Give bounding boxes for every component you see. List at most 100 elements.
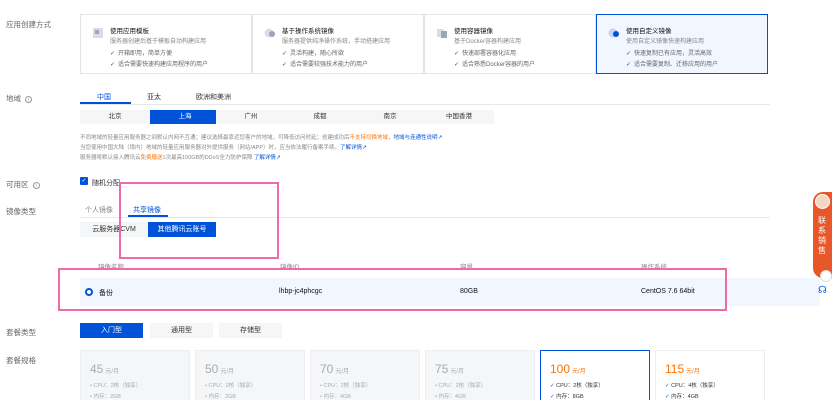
region-label-text: 地域 [6, 94, 21, 103]
card-app-template[interactable]: 使用应用模板 服务器创建后基于模板自动构建应用 ✓ 开箱即用，简单方便 ✓ 适合需要… [80, 14, 252, 74]
check-icon: ✓ [282, 62, 288, 68]
spec-card[interactable]: 50 元/月 • CPU：2核（独享） • 内存：2GB [195, 350, 305, 400]
spec-price: 50 [205, 362, 219, 376]
annotation-highlight-box [119, 182, 279, 259]
external-link-icon: ↗ [275, 155, 281, 161]
ddos-details-link[interactable]: 了解详情 [254, 155, 276, 161]
region-note-3: 服务器将默认接入腾讯云免费赠送1次最高100GB的DDoS全力防护保障 了解详情… [80, 153, 281, 161]
package-tab-entry[interactable]: 入门型 [80, 323, 143, 338]
spec-price: 75 [435, 362, 449, 376]
spec-card[interactable]: 115 元/月 ✓ CPU：4核（独享） ✓ 内存：4GB [655, 350, 765, 400]
container-icon [437, 29, 447, 38]
region-tabs-divider [80, 104, 770, 105]
spec-card[interactable]: 70 元/月 • CPU：2核（独享） • 内存：4GB [310, 350, 420, 400]
image-type-label: 镜像类型 [6, 207, 36, 216]
spec-unit: 元/月 [105, 369, 120, 375]
random-zone-label: 随机分配 [92, 180, 120, 187]
spec-cpu: CPU：4核（独享） [671, 383, 719, 389]
filing-details-link[interactable]: 了解详情 [340, 145, 362, 151]
package-tab-storage[interactable]: 存储型 [219, 323, 282, 338]
external-link-icon: ↗ [362, 145, 367, 151]
city-nanjing[interactable]: 南京 [355, 110, 425, 124]
os-image-icon [264, 28, 275, 38]
annotation-highlight-box [58, 268, 727, 311]
spec-memory: 内存：4GB [438, 394, 466, 400]
card-benefit: 灵活构建，随心所欲 [290, 51, 345, 57]
card-subtitle: 基于Docker容器构建应用 [454, 39, 522, 45]
city-shanghai[interactable]: 上海 [150, 110, 220, 124]
card-title: 使用容器镜像 [454, 28, 493, 35]
city-hongkong[interactable]: 中国香港 [424, 110, 494, 124]
card-title: 基于操作系统镜像 [282, 28, 334, 35]
info-icon[interactable]: i [25, 96, 33, 103]
check-icon: ✓ [110, 51, 116, 57]
region-note-2: 当您使用中国大陆（境内）地域的轻量应用服务器对外提供服务（网站/APP）时，应当… [80, 143, 367, 151]
spec-cpu: CPU：2核（独享） [93, 383, 142, 389]
card-custom-image[interactable]: 使用自定义镜像 使用自定义镜像快速构建应用 ✓ 快速复制已有应用，灵活高效 ✓ 适合… [596, 14, 768, 74]
package-tab-general[interactable]: 通用型 [150, 323, 213, 338]
spec-price: 70 [320, 362, 334, 376]
spec-cpu: CPU：2核（独享） [323, 383, 372, 389]
region-connectivity-link[interactable]: 地域与连通性说明 [394, 135, 438, 141]
spec-memory: 内存：2GB [93, 394, 121, 400]
spec-cpu: CPU：2核（独享） [438, 383, 487, 389]
spec-card-selected[interactable]: 100 元/月 ✓ CPU：2核（独享） ✓ 内存：8GB [540, 350, 650, 400]
region-tab-europe-america[interactable]: 欧洲和美洲 [196, 92, 231, 102]
package-spec-label: 套餐规格 [6, 356, 36, 365]
spec-memory: 内存：4GB [323, 394, 351, 400]
note-highlight: 免费赠送 [140, 155, 163, 161]
spec-unit: 元/月 [572, 369, 586, 375]
card-benefit: 适合熟悉Docker容器的用户 [462, 62, 536, 68]
check-icon: ✓ [626, 62, 632, 68]
card-title: 使用应用模板 [110, 28, 149, 35]
card-benefit: 快速复制已有应用，灵活高效 [634, 51, 713, 57]
avatar [815, 194, 830, 209]
note-text: 当您使用中国大陆（境内）地域的轻量应用服务器对外提供服务（网站/APP）时，应当… [80, 145, 341, 151]
card-container-image[interactable]: 使用容器镜像 基于Docker容器构建应用 ✓ 快速部署容器化应用 ✓ 适合熟悉Do… [424, 14, 596, 74]
contact-sales-text: 联系销售 [818, 216, 826, 255]
city-chengdu[interactable]: 成都 [285, 110, 355, 124]
info-icon[interactable]: i [32, 182, 40, 189]
region-label: 地域 i [6, 93, 33, 104]
spec-card[interactable]: 75 元/月 • CPU：2核（独享） • 内存：4GB [425, 350, 535, 400]
spec-cpu: CPU：2核（独享） [208, 383, 257, 389]
card-benefit: 适合需要快速构建应用程序的用户 [118, 62, 209, 68]
note-text: 不同地域的轻量应用服务器之间默认内网不互通；建议选择最靠近您客户的地域，可降低访… [80, 135, 350, 141]
contact-sales-widget[interactable]: 联系销售 [813, 192, 832, 278]
spec-price: 115 [665, 362, 685, 376]
note-text: 服务器将默认接入腾讯云 [80, 155, 141, 161]
avatar[interactable] [820, 270, 832, 282]
spec-unit: 元/月 [450, 369, 465, 375]
spec-unit: 元/月 [686, 369, 700, 375]
spec-unit: 元/月 [335, 369, 350, 375]
check-icon: ✓ [454, 51, 460, 57]
app-creation-label: 应用创建方式 [6, 20, 51, 29]
spec-memory: 内存：2GB [208, 394, 236, 400]
check-icon: ✓ [626, 51, 632, 57]
external-link-icon: ↗ [437, 135, 443, 141]
spec-price: 100 [550, 362, 571, 376]
spec-card[interactable]: 45 元/月 • CPU：2核（独享） • 内存：2GB [80, 350, 190, 400]
card-benefit: 适合需要复制、迁移应用的用户 [634, 62, 719, 68]
region-tab-apac[interactable]: 亚太 [147, 92, 161, 102]
region-tab-china[interactable]: 中国 [97, 92, 111, 102]
card-benefit: 开箱即用，简单方便 [118, 51, 173, 57]
tab-personal-image[interactable]: 个人镜像 [85, 205, 113, 215]
check-icon: ✓ [282, 51, 288, 57]
card-title: 使用自定义镜像 [626, 28, 672, 35]
city-guangzhou[interactable]: 广州 [216, 110, 286, 124]
card-subtitle: 使用自定义镜像快速构建应用 [626, 39, 705, 45]
card-benefit: 适合需要较强技术能力的用户 [290, 62, 369, 68]
card-benefit: 快速部署容器化应用 [462, 51, 517, 57]
zone-label-text: 可用区 [6, 180, 29, 189]
custom-image-icon [608, 28, 619, 38]
spec-cpu: CPU：2核（独享） [556, 383, 604, 389]
random-zone-checkbox[interactable]: ✓ [80, 177, 88, 185]
check-icon: ✓ [454, 62, 460, 68]
spec-unit: 元/月 [220, 369, 235, 375]
card-subtitle: 服务器创建后基于模板自动构建应用 [110, 39, 207, 45]
city-beijing[interactable]: 北京 [80, 110, 150, 124]
headset-icon[interactable]: ☊ [818, 285, 832, 297]
card-os-image[interactable]: 基于操作系统镜像 服务器提供纯净操作系统，手动搭建应用 ✓ 灵活构建，随心所欲 ✓… [252, 14, 424, 74]
spec-memory: 内存：8GB [556, 394, 584, 400]
